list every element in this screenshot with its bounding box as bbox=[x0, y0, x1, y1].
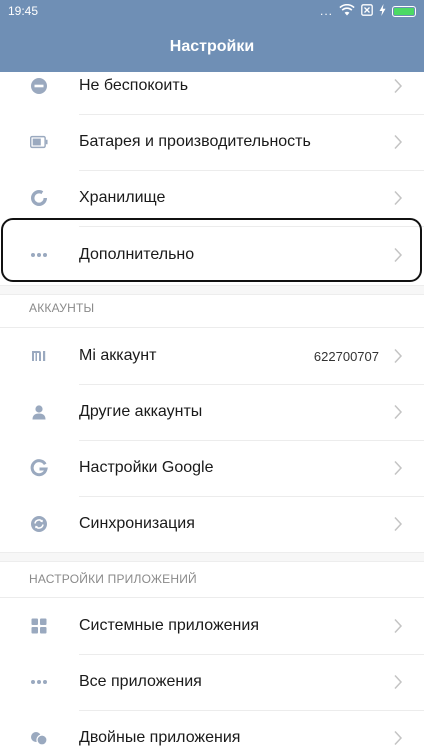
chevron-right-icon bbox=[392, 403, 404, 421]
row-label: Батарея и производительность bbox=[79, 133, 311, 150]
row-other-accounts[interactable]: Другие аккаунты bbox=[0, 384, 424, 440]
row-label: Системные приложения bbox=[79, 617, 259, 634]
status-time: 19:45 bbox=[8, 4, 39, 18]
row-all-apps[interactable]: Все приложения bbox=[0, 654, 424, 710]
grid-icon bbox=[30, 617, 48, 635]
highlight-annotation bbox=[1, 218, 422, 282]
settings-list[interactable]: Не беспокоить Батарея и производительнос… bbox=[0, 72, 424, 754]
row-label: Не беспокоить bbox=[79, 77, 189, 94]
row-sync[interactable]: Синхронизация bbox=[0, 496, 424, 552]
section-separator bbox=[0, 552, 424, 562]
section-header-accounts: АККАУНТЫ bbox=[29, 301, 95, 315]
dual-apps-icon bbox=[30, 729, 48, 747]
row-label: Другие аккаунты bbox=[79, 403, 203, 420]
do-not-disturb-icon bbox=[30, 77, 48, 95]
chevron-right-icon bbox=[392, 459, 404, 477]
chevron-right-icon bbox=[392, 515, 404, 533]
person-icon bbox=[30, 403, 48, 421]
notification-dots: ... bbox=[319, 4, 333, 18]
row-label: Хранилище bbox=[79, 189, 166, 206]
section-header-app-settings: НАСТРОЙКИ ПРИЛОЖЕНИЙ bbox=[29, 572, 197, 586]
chevron-right-icon bbox=[392, 729, 404, 747]
row-label: Синхронизация bbox=[79, 515, 195, 532]
sync-icon bbox=[30, 515, 48, 533]
row-system-apps[interactable]: Системные приложения bbox=[0, 598, 424, 654]
sim-x-icon bbox=[361, 3, 373, 19]
battery-performance-icon bbox=[30, 133, 48, 151]
row-battery[interactable]: Батарея и производительность bbox=[0, 114, 424, 170]
chevron-right-icon bbox=[392, 347, 404, 365]
row-dual-apps[interactable]: Двойные приложения bbox=[0, 710, 424, 754]
status-icons: ... bbox=[319, 3, 416, 19]
chevron-right-icon bbox=[392, 189, 404, 207]
row-do-not-disturb[interactable]: Не беспокоить bbox=[0, 72, 424, 114]
mi-logo-icon bbox=[30, 347, 48, 365]
charging-icon bbox=[379, 3, 386, 19]
battery-level bbox=[394, 7, 414, 15]
title-bar: Настройки bbox=[0, 22, 424, 72]
row-label: Все приложения bbox=[79, 673, 202, 690]
status-bar: 19:45 ... bbox=[0, 0, 424, 22]
row-label: Двойные приложения bbox=[79, 729, 241, 746]
section-separator bbox=[0, 285, 424, 295]
row-mi-account[interactable]: Mi аккаунт 622700707 bbox=[0, 328, 424, 384]
chevron-right-icon bbox=[392, 673, 404, 691]
chevron-right-icon bbox=[392, 617, 404, 635]
chevron-right-icon bbox=[392, 77, 404, 95]
page-title: Настройки bbox=[169, 38, 255, 55]
row-label: Mi аккаунт bbox=[79, 347, 157, 364]
more-dots-icon bbox=[30, 673, 48, 691]
battery-icon bbox=[392, 5, 416, 17]
wifi-icon bbox=[339, 3, 355, 19]
row-google-settings[interactable]: Настройки Google bbox=[0, 440, 424, 496]
chevron-right-icon bbox=[392, 133, 404, 151]
account-id: 622700707 bbox=[313, 348, 379, 364]
google-icon bbox=[30, 459, 48, 477]
row-label: Настройки Google bbox=[79, 459, 214, 476]
storage-icon bbox=[30, 189, 48, 207]
